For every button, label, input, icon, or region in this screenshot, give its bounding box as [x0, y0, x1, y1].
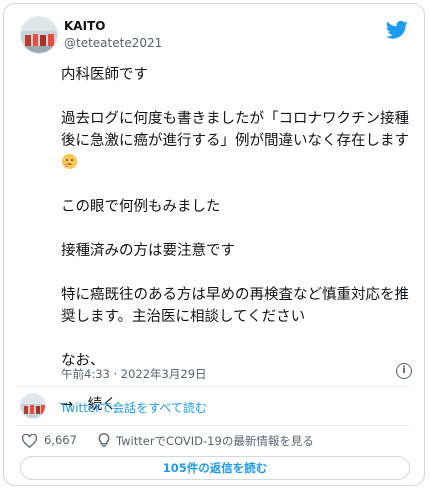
tweet-paragraph: 接種済みの方は要注意です — [61, 243, 235, 259]
tweet-paragraph: 特に癌既往のある方は早めの再検査など慎重対応を推奨します。主治医に相談してくださ… — [61, 287, 409, 325]
avatar-image — [21, 394, 45, 418]
tweet-text: 内科医師です 過去ログに何度も書きましたが「コロナワクチン接種後に急激に癌が進行… — [61, 64, 416, 416]
twitter-bird-icon[interactable] — [386, 20, 408, 40]
like-count[interactable]: 6,667 — [44, 433, 77, 447]
heart-icon[interactable] — [22, 434, 37, 448]
tweet-actions: 6,667 TwitterでCOVID-19の最新情報を見る — [20, 432, 410, 450]
read-conversation-link[interactable]: Twitterで会話をすべて読む — [20, 392, 400, 420]
tweet-card: KAITO @teteatete2021 内科医師です 過去ログに何度も書きまし… — [3, 3, 425, 486]
tweet-timestamp[interactable]: 午前4:33 · 2022年3月29日 — [61, 366, 207, 382]
read-replies-button[interactable]: 105件の返信を読む — [20, 456, 410, 480]
author-avatar[interactable] — [20, 16, 58, 54]
read-conversation-label[interactable]: Twitterで会話をすべて読む — [60, 399, 207, 416]
author-handle[interactable]: @teteatete2021 — [64, 36, 162, 50]
tweet-paragraph: この眼で何例もみました — [61, 199, 221, 215]
tweet-paragraph-text: 過去ログに何度も書きましたが「コロナワクチン接種後に急激に癌が進行する」例が間違… — [61, 111, 409, 149]
thinking-face-icon — [62, 154, 77, 169]
tweet-paragraph: 過去ログに何度も書きましたが「コロナワクチン接種後に急激に癌が進行する」例が間違… — [61, 108, 416, 174]
tweet-paragraph: 内科医師です — [61, 67, 148, 83]
author-name[interactable]: KAITO — [64, 19, 105, 33]
divider — [16, 425, 412, 426]
divider — [16, 386, 412, 387]
conversation-avatar — [20, 393, 46, 419]
avatar-image — [21, 17, 57, 53]
lightbulb-icon — [98, 433, 110, 447]
info-icon[interactable]: i — [396, 363, 412, 379]
covid-info-link[interactable]: TwitterでCOVID-19の最新情報を見る — [116, 433, 314, 449]
thinking-face-emoji — [62, 154, 77, 169]
tweet-header: KAITO @teteatete2021 — [20, 16, 412, 56]
